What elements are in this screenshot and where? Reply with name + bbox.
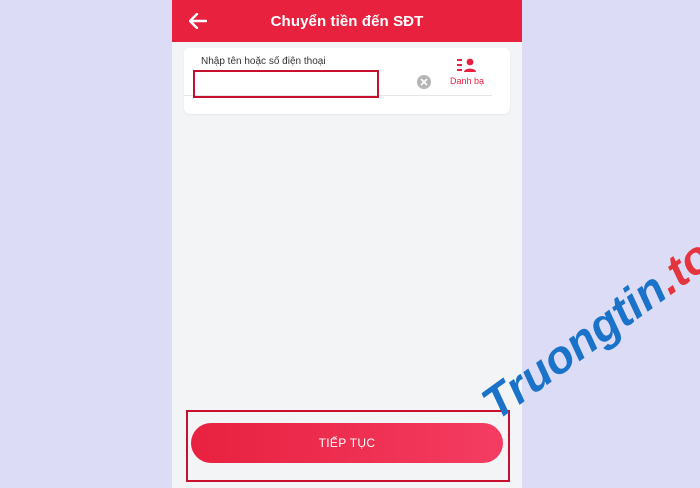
screenshot-stage: Chuyển tiền đến SĐT Nhập tên hoặc số điệ…	[0, 0, 700, 488]
svg-text:Truongtin.top: Truongtin.top	[472, 230, 700, 430]
back-button[interactable]	[186, 9, 210, 33]
watermark-text-blue: Truongtin	[472, 262, 676, 430]
clear-circle-icon	[420, 78, 428, 86]
clear-button[interactable]	[417, 75, 431, 89]
contacts-button[interactable]: Danh bạ	[444, 58, 490, 98]
recipient-field-label: Nhập tên hoặc số điện thoại	[201, 56, 326, 67]
contacts-list-icon	[457, 58, 476, 72]
page-title: Chuyển tiền đến SĐT	[270, 12, 424, 30]
recipient-input[interactable]	[193, 70, 379, 98]
watermark-logo: Truongtin.top	[472, 230, 700, 430]
contacts-label: Danh bạ	[449, 76, 485, 86]
arrow-left-icon	[189, 13, 207, 29]
app-header: Chuyển tiền đến SĐT	[172, 0, 522, 42]
